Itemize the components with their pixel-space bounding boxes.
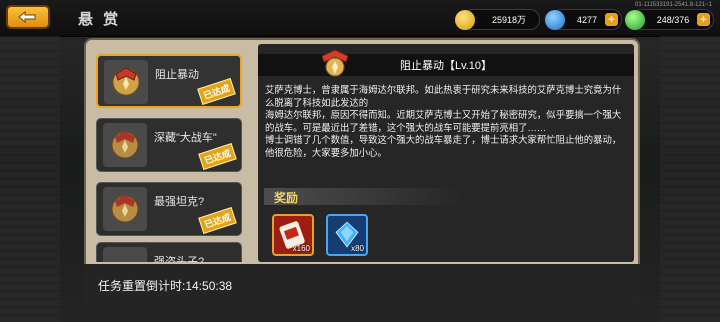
page-title: 悬 赏 xyxy=(78,11,122,28)
reward-header: 奖励 xyxy=(264,188,464,205)
task-label: 阻止暴动 xyxy=(155,69,199,81)
mission-rank-icon xyxy=(321,49,349,77)
session-id: 01-111533191-2541.8-121~1 xyxy=(634,2,712,8)
rank-badge-icon xyxy=(104,60,148,104)
task-label: 最强坦克? xyxy=(154,196,205,208)
completed-stamp: 已达成 xyxy=(198,143,237,170)
add-energy-button[interactable]: + xyxy=(697,13,710,26)
gold-counter: 25918万 xyxy=(455,9,540,30)
top-bar: 悬 赏 25918万 4277 + 248/376 + 01-111533191… xyxy=(0,0,720,37)
task-item[interactable]: 阻止暴动 已达成 xyxy=(96,54,242,108)
task-detail: 阻止暴动【Lv.10】 艾萨克博士，曾隶属于海姆达尔联邦。如此热衷于研究未来科技… xyxy=(258,44,634,262)
task-label: 强盗头子? xyxy=(154,256,205,262)
task-item[interactable]: 强盗头子? xyxy=(96,242,242,262)
gem-counter: 4277 + xyxy=(545,9,622,30)
add-gems-button[interactable]: + xyxy=(605,13,618,26)
right-frame-decoration xyxy=(660,36,720,322)
mission-description: 艾萨克博士，曾隶属于海姆达尔联邦。如此热衷于研究未来科技的艾萨克博士究竟为什么脱… xyxy=(265,84,622,158)
reward-item[interactable]: x80 xyxy=(326,214,368,256)
task-item[interactable]: 深藏"大战车" 已达成 xyxy=(96,118,242,172)
blue-gem-icon xyxy=(545,9,565,30)
gold-coin-icon xyxy=(455,9,475,30)
rank-badge-icon xyxy=(103,247,147,262)
completed-stamp: 已达成 xyxy=(197,78,236,105)
energy-counter: 248/376 + xyxy=(625,9,714,30)
green-crystal-icon xyxy=(625,9,645,30)
rank-badge-icon xyxy=(103,187,147,231)
back-arrow-icon xyxy=(18,10,36,24)
completed-stamp: 已达成 xyxy=(198,207,237,234)
mission-title: 阻止暴动【Lv.10】 xyxy=(258,54,634,76)
back-button[interactable] xyxy=(6,5,50,29)
task-list[interactable]: 阻止暴动 已达成 深藏"大战车" 已达成 最强坦克? 已达成 强盗头子? xyxy=(92,44,252,262)
reset-countdown: 任务重置倒计时:14:50:38 xyxy=(98,279,233,293)
left-frame-decoration xyxy=(0,36,60,322)
task-item[interactable]: 最强坦克? 已达成 xyxy=(96,182,242,236)
task-label: 深藏"大战车" xyxy=(154,132,217,144)
reward-item[interactable]: x160 xyxy=(272,214,314,256)
rank-badge-icon xyxy=(103,123,147,167)
